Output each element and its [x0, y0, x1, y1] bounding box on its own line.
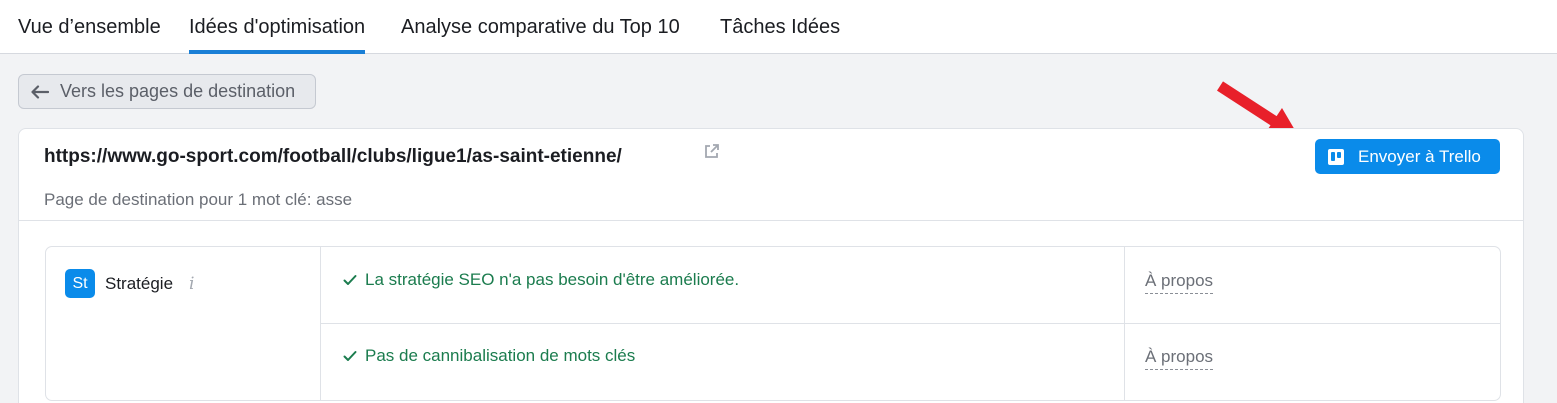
page-subtitle: Page de destination pour 1 mot clé: asse [44, 190, 353, 209]
idea-row: La stratégie SEO n'a pas besoin d'être a… [343, 270, 739, 290]
idea-text: La stratégie SEO n'a pas besoin d'être a… [365, 270, 740, 289]
external-link-icon[interactable] [703, 143, 720, 160]
category-label: Stratégie [105, 274, 174, 293]
checkmark-icon [343, 351, 357, 361]
tab-top10-benchmark[interactable]: Analyse comparative du Top 10 [401, 16, 680, 39]
idea-row: Pas de cannibalisation de mots clés [343, 346, 635, 366]
back-button-label: Vers les pages de destination [60, 81, 296, 101]
tab-optimization-ideas[interactable]: Idées d'optimisation [189, 16, 366, 54]
landing-page-card: https://www.go-sport.com/football/clubs/… [18, 128, 1524, 403]
strategy-badge: St [65, 269, 95, 298]
arrow-left-icon [31, 84, 49, 99]
tab-bar: Vue d’ensemble Idées d'optimisation Anal… [0, 0, 1557, 54]
send-to-trello-label: Envoyer à Trello [1358, 146, 1481, 166]
checkmark-icon [343, 275, 357, 285]
tab-overview[interactable]: Vue d’ensemble [18, 16, 161, 39]
ideas-table: St Stratégie i La stratégie SEO n'a pas … [45, 246, 1501, 401]
tab-idea-tasks[interactable]: Tâches Idées [720, 16, 840, 39]
info-icon[interactable]: i [189, 274, 194, 294]
about-link[interactable]: À propos [1145, 271, 1214, 294]
row-divider [320, 323, 1500, 324]
page-url[interactable]: https://www.go-sport.com/football/clubs/… [44, 146, 622, 168]
back-to-landing-pages-button[interactable]: Vers les pages de destination [18, 74, 316, 109]
send-to-trello-button[interactable]: Envoyer à Trello [1315, 139, 1500, 174]
about-link[interactable]: À propos [1145, 347, 1214, 370]
card-header: https://www.go-sport.com/football/clubs/… [19, 129, 1523, 221]
idea-text: Pas de cannibalisation de mots clés [365, 346, 636, 365]
trello-icon [1328, 148, 1344, 165]
